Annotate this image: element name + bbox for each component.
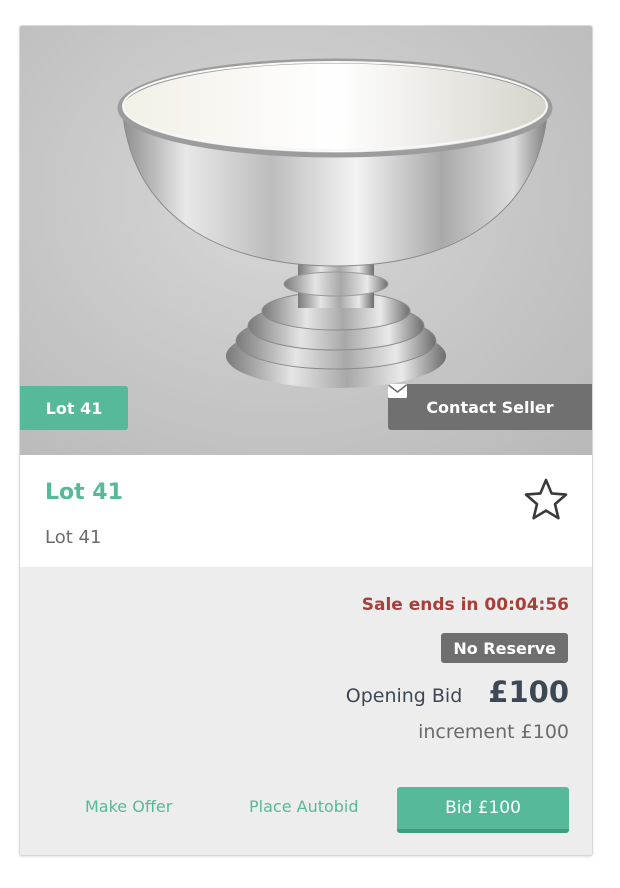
lot-card: Lot 41 Contact Seller Lot 41 Lot 41 Sale…	[19, 25, 593, 856]
star-icon[interactable]	[523, 477, 569, 523]
place-autobid-button[interactable]: Place Autobid	[249, 797, 359, 816]
lot-number-badge: Lot 41	[20, 386, 128, 430]
bid-increment: increment £100	[418, 721, 569, 743]
opening-bid-value: £100	[488, 675, 569, 709]
bidding-panel: Sale ends in 00:04:56 No Reserve Opening…	[20, 567, 592, 855]
lot-subtitle: Lot 41	[45, 527, 102, 548]
lot-info: Lot 41 Lot 41	[20, 455, 592, 567]
reserve-badge: No Reserve	[441, 633, 568, 663]
contact-seller-button[interactable]: Contact Seller	[388, 384, 592, 430]
opening-bid-label: Opening Bid	[345, 685, 463, 707]
lot-title[interactable]: Lot 41	[45, 480, 123, 505]
make-offer-button[interactable]: Make Offer	[85, 797, 172, 816]
contact-seller-label: Contact Seller	[426, 397, 554, 417]
envelope-icon	[388, 384, 407, 398]
bid-button[interactable]: Bid £100	[397, 787, 569, 833]
opening-bid-row: Opening Bid £100	[346, 675, 569, 709]
lot-image[interactable]: Lot 41 Contact Seller	[20, 26, 592, 455]
sale-countdown: Sale ends in 00:04:56	[361, 595, 569, 615]
